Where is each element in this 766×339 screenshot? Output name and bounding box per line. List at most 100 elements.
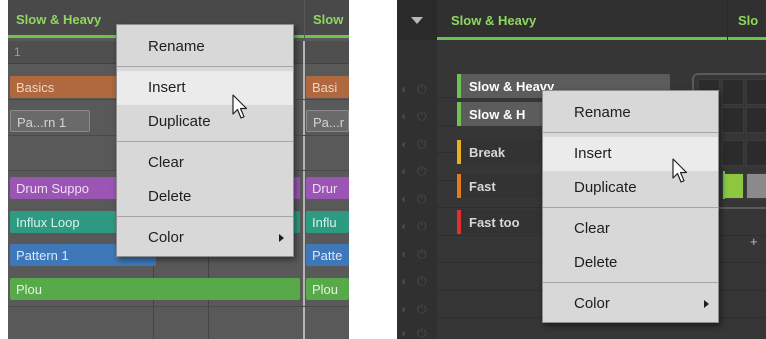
track-controls: ◐ ⏻	[397, 217, 437, 237]
menu-item-duplicate[interactable]: Duplicate	[543, 171, 718, 205]
menu-item-color[interactable]: Color	[117, 221, 293, 255]
headphones-icon[interactable]: ◐	[401, 247, 408, 261]
menu-item-insert[interactable]: Insert	[543, 137, 718, 171]
clip-basics[interactable]: Basi	[306, 76, 349, 98]
clip-label: Drum Suppo	[16, 181, 89, 196]
menu-separator	[543, 282, 718, 283]
chevron-right-icon	[704, 300, 709, 308]
track-controls: ◐ ⏻	[397, 324, 437, 339]
headphones-icon[interactable]: ◐	[401, 192, 408, 206]
power-icon[interactable]: ⏻	[417, 137, 427, 152]
track-controls: ◐ ⏻	[397, 190, 437, 210]
scene-color-bar	[457, 174, 461, 198]
track-controls: ◐ ⏻	[397, 107, 437, 127]
power-icon[interactable]: ⏻	[417, 82, 427, 97]
clip-label: Pa...rn 1	[17, 115, 67, 130]
clip-label: Plou	[312, 282, 339, 297]
triangle-down-icon[interactable]	[411, 17, 423, 24]
pattern-cell-active[interactable]	[722, 173, 744, 199]
menu-item-delete[interactable]: Delete	[543, 246, 718, 280]
clip-label: Pa...r	[313, 115, 345, 130]
scene-label: Break	[469, 145, 506, 160]
clip-pattern-1[interactable]: Patte	[306, 244, 349, 266]
chevron-right-icon	[279, 234, 284, 242]
pattern-cell[interactable]	[746, 140, 766, 166]
clip-label: Pattern 1	[16, 248, 69, 263]
track-controls: ◐ ⏻	[397, 245, 437, 265]
group-header-2-label: Slo	[738, 13, 759, 28]
group-header-label: Slow & Heavy	[451, 13, 537, 28]
add-pattern-button[interactable]: +	[750, 234, 758, 249]
track-controls: ◐ ⏻	[397, 272, 437, 292]
clip-label: Drur	[312, 181, 338, 196]
scene-color-bar	[457, 102, 461, 126]
pattern-cell[interactable]	[746, 173, 766, 199]
group-header[interactable]: Slow & Heavy	[437, 0, 727, 40]
menu-item-color-label: Color	[148, 229, 184, 246]
power-icon[interactable]: ⏻	[417, 192, 427, 207]
pattern-cell[interactable]	[722, 140, 744, 166]
headphones-icon[interactable]: ◐	[401, 274, 408, 288]
menu-item-rename[interactable]: Rename	[543, 96, 718, 130]
menu-item-clear[interactable]: Clear	[117, 146, 293, 180]
menu-item-insert[interactable]: Insert	[117, 71, 293, 105]
scene-color-bar	[457, 140, 461, 164]
menu-separator	[117, 216, 293, 217]
clip-influx-loop[interactable]: Influ	[306, 211, 349, 233]
power-icon[interactable]: ⏻	[417, 302, 427, 317]
pattern-cell[interactable]	[746, 79, 766, 105]
clip-label: Influx Loop	[16, 215, 80, 230]
menu-item-clear[interactable]: Clear	[543, 212, 718, 246]
scene-color-bar	[457, 210, 461, 234]
scene-label: Fast too	[469, 215, 520, 230]
row-number: 1	[14, 45, 21, 59]
clip-pattern[interactable]: Pa...rn 1	[10, 110, 90, 132]
context-menu: Rename Insert Duplicate Clear Delete Col…	[116, 24, 294, 257]
power-icon[interactable]: ⏻	[417, 274, 427, 289]
clip-label: Patte	[312, 248, 343, 263]
headphones-icon[interactable]: ◐	[401, 219, 408, 233]
pattern-cell[interactable]	[722, 79, 744, 105]
power-icon[interactable]: ⏻	[417, 219, 427, 234]
clip-plou[interactable]: Plou	[10, 278, 300, 300]
power-icon[interactable]: ⏻	[417, 164, 427, 179]
headphones-icon[interactable]: ◐	[401, 302, 408, 316]
group-header-2[interactable]: Slo	[728, 0, 766, 40]
clip-label: Influ	[312, 215, 337, 230]
clip-label: Basics	[16, 80, 55, 95]
section-header-2[interactable]: Slow	[305, 0, 349, 38]
menu-separator	[117, 141, 293, 142]
menu-separator	[543, 132, 718, 133]
clip-pattern[interactable]: Pa...r	[306, 110, 349, 132]
menu-item-delete[interactable]: Delete	[117, 180, 293, 214]
menu-separator	[543, 207, 718, 208]
headphones-icon[interactable]: ◐	[401, 326, 408, 339]
headphones-icon[interactable]: ◐	[401, 109, 408, 123]
power-icon[interactable]: ⏻	[417, 326, 427, 339]
section-divider	[303, 41, 305, 339]
track-controls: ◐ ⏻	[397, 135, 437, 155]
clip-drum-support[interactable]: Drur	[306, 177, 349, 199]
menu-item-rename[interactable]: Rename	[117, 30, 293, 64]
pattern-cell[interactable]	[746, 107, 766, 133]
context-menu: Rename Insert Duplicate Clear Delete Col…	[542, 90, 719, 323]
headphones-icon[interactable]: ◐	[401, 137, 408, 151]
pattern-cell[interactable]	[722, 107, 744, 133]
track-controls: ◐ ⏻	[397, 300, 437, 320]
power-icon[interactable]: ⏻	[417, 109, 427, 124]
menu-item-color[interactable]: Color	[543, 287, 718, 321]
mouse-pointer-icon	[672, 158, 688, 183]
clip-plou[interactable]: Plou	[306, 278, 349, 300]
clip-basics[interactable]: Basics	[10, 76, 120, 98]
scene-color-bar	[457, 74, 461, 98]
grid-line	[8, 306, 349, 307]
pattern-cell-marker	[723, 171, 725, 199]
track-controls: ◐ ⏻	[397, 80, 437, 100]
power-icon[interactable]: ⏻	[417, 247, 427, 262]
clip-label: Basi	[312, 80, 338, 95]
clip-label: Plou	[16, 282, 43, 297]
headphones-icon[interactable]: ◐	[401, 164, 408, 178]
scene-label: Slow & H	[469, 107, 526, 122]
menu-item-duplicate[interactable]: Duplicate	[117, 105, 293, 139]
headphones-icon[interactable]: ◐	[401, 82, 408, 96]
